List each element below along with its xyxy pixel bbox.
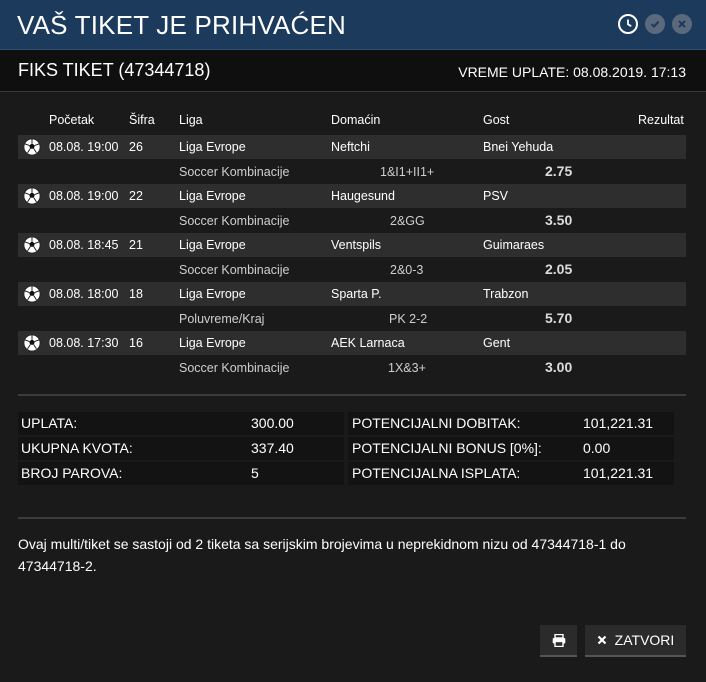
match-pick: 1X&3+ xyxy=(388,361,426,375)
summary-label: BROJ PAROVA: xyxy=(21,465,123,481)
table-row-detail: Soccer Kombinacije 2&0-3 2.05 xyxy=(18,257,686,282)
table-row-detail: Soccer Kombinacije 2&GG 3.50 xyxy=(18,208,686,233)
match-market: Poluvreme/Kraj xyxy=(179,312,265,326)
summary-value: 337.40 xyxy=(251,440,294,456)
dialog-title: VAŠ TIKET JE PRIHVAĆEN xyxy=(17,10,347,40)
ticket-summary: UPLATA: 300.00 POTENCIJALNI DOBITAK: 101… xyxy=(18,412,686,487)
titlebar-icons xyxy=(618,14,692,34)
table-header: Početak Šifra Liga Domaćin Gost Rezultat xyxy=(0,113,706,129)
soccer-ball-icon xyxy=(23,236,41,254)
summary-value: 5 xyxy=(251,465,259,481)
summary-row: UPLATA: 300.00 POTENCIJALNI DOBITAK: 101… xyxy=(18,412,686,437)
match-home: Haugesund xyxy=(331,189,395,203)
match-market: Soccer Kombinacije xyxy=(179,361,290,375)
dialog-titlebar: VAŠ TIKET JE PRIHVAĆEN xyxy=(0,0,706,50)
match-league: Liga Evrope xyxy=(179,287,246,301)
match-start: 08.08. 17:30 xyxy=(49,336,119,350)
table-row: 08.08. 19:00 22 Liga Evrope Haugesund PS… xyxy=(18,184,686,208)
print-icon xyxy=(552,633,565,647)
times-icon xyxy=(597,635,606,645)
match-start: 08.08. 19:00 xyxy=(49,189,119,203)
match-away: Trabzon xyxy=(483,287,529,301)
match-start: 08.08. 18:45 xyxy=(49,238,119,252)
match-league: Liga Evrope xyxy=(179,140,246,154)
match-league: Liga Evrope xyxy=(179,238,246,252)
table-row: 08.08. 18:00 18 Liga Evrope Sparta P. Tr… xyxy=(18,282,686,306)
table-row-detail: Poluvreme/Kraj PK 2-2 5.70 xyxy=(18,306,686,331)
match-away: Guimaraes xyxy=(483,238,545,252)
close-button[interactable]: ZATVORI xyxy=(585,625,686,657)
match-start: 08.08. 19:00 xyxy=(49,140,119,154)
summary-row: UKUPNA KVOTA: 337.40 POTENCIJALNI BONUS … xyxy=(18,437,686,462)
match-odds: 3.50 xyxy=(545,212,573,228)
summary-label: UKUPNA KVOTA: xyxy=(21,440,133,456)
match-away: Gent xyxy=(483,336,511,350)
table-row-detail: Soccer Kombinacije 1&I1+II1+ 2.75 xyxy=(18,159,686,184)
soccer-ball-icon xyxy=(23,285,41,303)
summary-row: BROJ PAROVA: 5 POTENCIJALNA ISPLATA: 101… xyxy=(18,462,686,487)
ticket-name: FIKS TIKET (47344718) xyxy=(18,60,211,80)
summary-label: UPLATA: xyxy=(21,415,78,431)
match-away: PSV xyxy=(483,189,509,203)
match-code: 18 xyxy=(129,287,143,301)
multi-ticket-note: Ovaj multi/tiket se sastoji od 2 tiketa … xyxy=(18,536,626,574)
divider xyxy=(18,394,686,396)
match-pick: PK 2-2 xyxy=(389,312,428,326)
summary-value: 101,221.31 xyxy=(583,415,654,431)
match-odds: 5.70 xyxy=(545,310,573,326)
match-pick: 1&I1+II1+ xyxy=(380,165,435,179)
match-odds: 2.75 xyxy=(545,163,573,179)
soccer-ball-icon xyxy=(23,187,41,205)
summary-value: 101,221.31 xyxy=(583,465,654,481)
match-home: Neftchi xyxy=(331,140,370,154)
match-home: Sparta P. xyxy=(331,287,382,301)
summary-value: 0.00 xyxy=(583,440,611,456)
summary-value: 300.00 xyxy=(251,415,294,431)
soccer-ball-icon xyxy=(23,334,41,352)
clock-icon[interactable] xyxy=(618,14,638,34)
match-home: AEK Larnaca xyxy=(331,336,405,350)
match-league: Liga Evrope xyxy=(179,189,246,203)
close-icon[interactable] xyxy=(672,14,692,34)
match-code: 22 xyxy=(129,189,143,203)
pay-time: VREME UPLATE: 08.08.2019. 17:13 xyxy=(458,64,686,80)
header-home: Domaćin xyxy=(331,113,381,127)
header-code: Šifra xyxy=(129,113,155,127)
table-row: 08.08. 19:00 26 Liga Evrope Neftchi Bnei… xyxy=(18,135,686,159)
close-button-label: ZATVORI xyxy=(614,632,675,648)
header-league: Liga xyxy=(179,113,203,127)
match-league: Liga Evrope xyxy=(179,336,246,350)
table-row-detail: Soccer Kombinacije 1X&3+ 3.00 xyxy=(18,355,686,380)
match-odds: 3.00 xyxy=(545,359,573,375)
check-icon[interactable] xyxy=(645,14,665,34)
summary-label: POTENCIJALNI DOBITAK: xyxy=(352,415,521,431)
match-home: Ventspils xyxy=(331,238,382,252)
table-row: 08.08. 17:30 16 Liga Evrope AEK Larnaca … xyxy=(18,331,686,355)
matches-table: 08.08. 19:00 26 Liga Evrope Neftchi Bnei… xyxy=(18,135,686,380)
table-row: 08.08. 18:45 21 Liga Evrope Ventspils Gu… xyxy=(18,233,686,257)
header-away: Gost xyxy=(483,113,510,127)
match-code: 26 xyxy=(129,140,143,154)
match-pick: 2&0-3 xyxy=(390,263,424,277)
match-market: Soccer Kombinacije xyxy=(179,165,290,179)
match-market: Soccer Kombinacije xyxy=(179,263,290,277)
match-market: Soccer Kombinacije xyxy=(179,214,290,228)
ticket-subheader: FIKS TIKET (47344718) VREME UPLATE: 08.0… xyxy=(0,50,706,92)
print-button[interactable] xyxy=(540,625,577,657)
match-start: 08.08. 18:00 xyxy=(49,287,119,301)
soccer-ball-icon xyxy=(23,138,41,156)
match-odds: 2.05 xyxy=(545,261,573,277)
header-result: Rezultat xyxy=(638,113,684,127)
match-pick: 2&GG xyxy=(390,214,425,228)
match-away: Bnei Yehuda xyxy=(483,140,554,154)
divider xyxy=(18,517,686,519)
summary-label: POTENCIJALNI BONUS [0%]: xyxy=(352,440,542,456)
match-code: 16 xyxy=(129,336,143,350)
match-code: 21 xyxy=(129,238,143,252)
summary-label: POTENCIJALNA ISPLATA: xyxy=(352,465,521,481)
header-start: Početak xyxy=(49,113,95,127)
